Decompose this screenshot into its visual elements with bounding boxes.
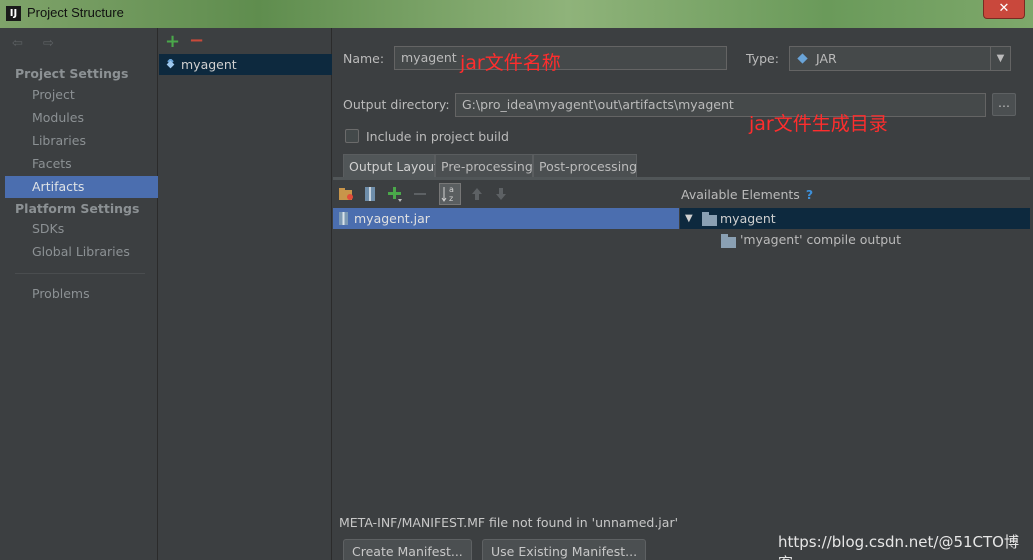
tab-pre-processing[interactable]: Pre-processing (435, 154, 533, 178)
artifact-item-label: myagent (181, 57, 237, 72)
artifact-item-myagent[interactable]: myagent (159, 54, 332, 75)
move-down-icon[interactable] (493, 186, 509, 202)
use-existing-manifest-button[interactable]: Use Existing Manifest... (482, 539, 647, 560)
sort-az-icon[interactable]: a z (439, 183, 461, 205)
layout-item-myagent-jar[interactable]: myagent.jar (333, 208, 679, 229)
output-annotation: jar文件生成目录 (749, 113, 888, 135)
name-label: Name: (343, 51, 385, 66)
available-root-label: myagent (720, 211, 776, 226)
jar-artifact-icon (166, 59, 175, 69)
output-directory-label: Output directory: (343, 97, 450, 112)
include-in-build-label: Include in project build (366, 129, 509, 144)
sidebar-item-problems[interactable]: Problems (5, 283, 158, 305)
available-item-myagent[interactable]: ▼ myagent (680, 208, 1030, 229)
artifact-editor: Name: myagent jar文件名称 Type: JAR ▼ Output… (333, 28, 1033, 560)
layout-toolbar: a z (333, 180, 679, 208)
include-in-build-checkbox[interactable] (345, 129, 359, 143)
intellij-app-icon: IJ (6, 6, 21, 21)
settings-sidebar: ⇦ ⇨ Project Settings Project Modules Lib… (0, 28, 158, 560)
sidebar-divider (15, 273, 145, 274)
name-annotation: jar文件名称 (460, 52, 561, 74)
remove-element-icon[interactable] (412, 186, 428, 202)
back-forward-icon[interactable]: ⇦ ⇨ (12, 36, 62, 51)
watermark-text: https://blog.csdn.net/@51CTO博客 (778, 533, 1019, 560)
remove-artifact-icon[interactable]: − (189, 30, 204, 51)
archive-icon[interactable] (362, 186, 378, 202)
sidebar-item-global-libraries[interactable]: Global Libraries (5, 241, 158, 263)
close-button[interactable]: ✕ (983, 0, 1025, 19)
layout-item-label: myagent.jar (354, 211, 430, 226)
browse-button[interactable]: ... (992, 93, 1016, 116)
move-up-icon[interactable] (469, 186, 485, 202)
chevron-down-icon[interactable]: ▼ (990, 47, 1010, 70)
output-directory-input[interactable]: G:\pro_idea\myagent\out\artifacts\myagen… (455, 93, 986, 117)
sidebar-item-project[interactable]: Project (5, 84, 158, 106)
tab-post-processing[interactable]: Post-processing (533, 154, 637, 178)
window-title: Project Structure (27, 5, 124, 20)
manifest-warning: META-INF/MANIFEST.MF file not found in '… (339, 515, 679, 530)
help-icon[interactable]: ? (806, 187, 813, 202)
sidebar-item-modules[interactable]: Modules (5, 107, 158, 129)
sidebar-item-libraries[interactable]: Libraries (5, 130, 158, 152)
artifacts-list-panel: + − myagent (159, 28, 332, 560)
type-label: Type: (746, 51, 779, 66)
compile-output-folder-icon (721, 234, 736, 248)
svg-text:z: z (449, 194, 453, 203)
output-layout-tree: myagent.jar (333, 208, 679, 508)
create-manifest-button[interactable]: Create Manifest... (343, 539, 472, 560)
jar-file-icon (339, 212, 348, 225)
tab-output-layout[interactable]: Output Layout (343, 154, 439, 178)
title-bar: IJ Project Structure ✕ (0, 0, 1033, 28)
add-element-icon[interactable] (387, 186, 403, 202)
available-item-compile-output[interactable]: 'myagent' compile output (740, 231, 901, 249)
create-directory-icon[interactable] (338, 186, 354, 202)
available-elements-heading: Available Elements? (681, 187, 813, 202)
platform-settings-heading: Platform Settings (15, 201, 140, 216)
type-select-value: JAR (816, 51, 837, 66)
available-elements-label: Available Elements (681, 187, 800, 202)
sidebar-item-sdks[interactable]: SDKs (5, 218, 158, 240)
type-select[interactable]: JAR ▼ (789, 46, 1011, 71)
add-artifact-icon[interactable]: + (165, 31, 180, 52)
svg-text:a: a (449, 185, 454, 194)
sidebar-item-artifacts[interactable]: Artifacts (5, 176, 158, 198)
module-folder-icon (702, 212, 717, 226)
project-settings-heading: Project Settings (15, 66, 129, 81)
sidebar-item-facets[interactable]: Facets (5, 153, 158, 175)
jar-type-icon (797, 53, 808, 64)
expand-arrow-icon[interactable]: ▼ (685, 208, 693, 229)
